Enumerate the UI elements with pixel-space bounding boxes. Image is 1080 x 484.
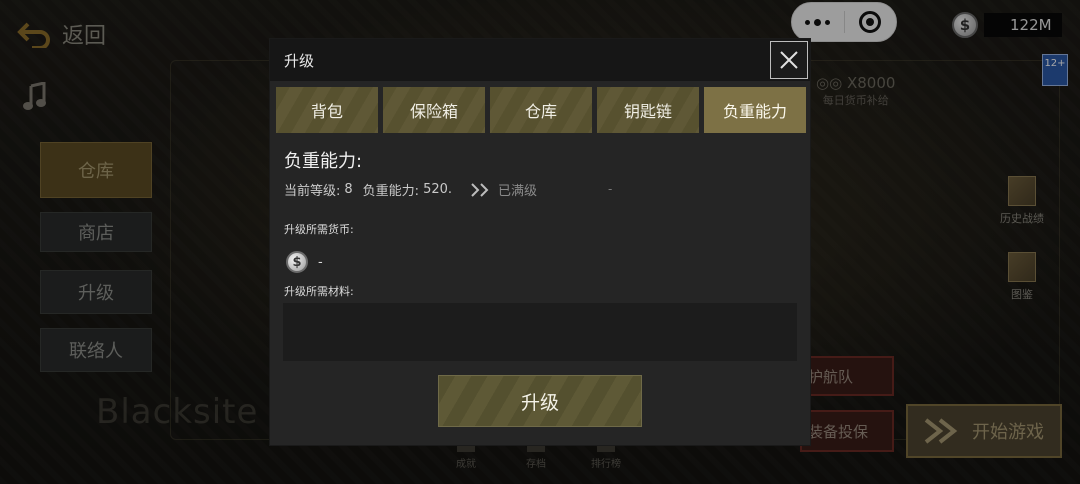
tab-warehouse[interactable]: 仓库	[490, 87, 592, 133]
modal-header: 升级	[270, 39, 810, 81]
close-button[interactable]	[770, 41, 808, 79]
materials-list	[283, 303, 797, 361]
tab-safe[interactable]: 保险箱	[383, 87, 485, 133]
required-currency: $ -	[286, 251, 323, 273]
current-level-label: 当前等级:	[284, 184, 341, 199]
tab-keychain[interactable]: 钥匙链	[597, 87, 699, 133]
tab-backpack[interactable]: 背包	[276, 87, 378, 133]
tab-carry-capacity[interactable]: 负重能力	[704, 87, 806, 133]
close-icon	[780, 51, 798, 69]
required-currency-label: 升级所需货币:	[284, 223, 354, 236]
required-currency-value: -	[318, 254, 323, 270]
required-materials-label: 升级所需材料:	[284, 285, 354, 298]
upgrade-tabs: 背包 保险箱 仓库 钥匙链 负重能力	[270, 81, 810, 133]
capacity-label: 负重能力:	[362, 184, 420, 199]
upgrade-modal: 升级 背包 保险箱 仓库 钥匙链 负重能力 负重能力: 当前等级: 8 负重能力…	[270, 39, 810, 445]
double-chevron-icon	[471, 182, 489, 197]
dollar-coin-icon: $	[286, 251, 308, 273]
current-level-value: 8	[344, 182, 353, 197]
level-info: 当前等级: 8 负重能力: 520. 已满级	[284, 180, 537, 199]
section-title: 负重能力:	[284, 151, 363, 172]
upgrade-button[interactable]: 升级	[438, 375, 642, 427]
modal-title: 升级	[284, 51, 315, 70]
capacity-value: 520.	[423, 182, 453, 197]
next-capacity-value: -	[608, 182, 613, 196]
max-level-label: 已满级	[498, 184, 538, 199]
